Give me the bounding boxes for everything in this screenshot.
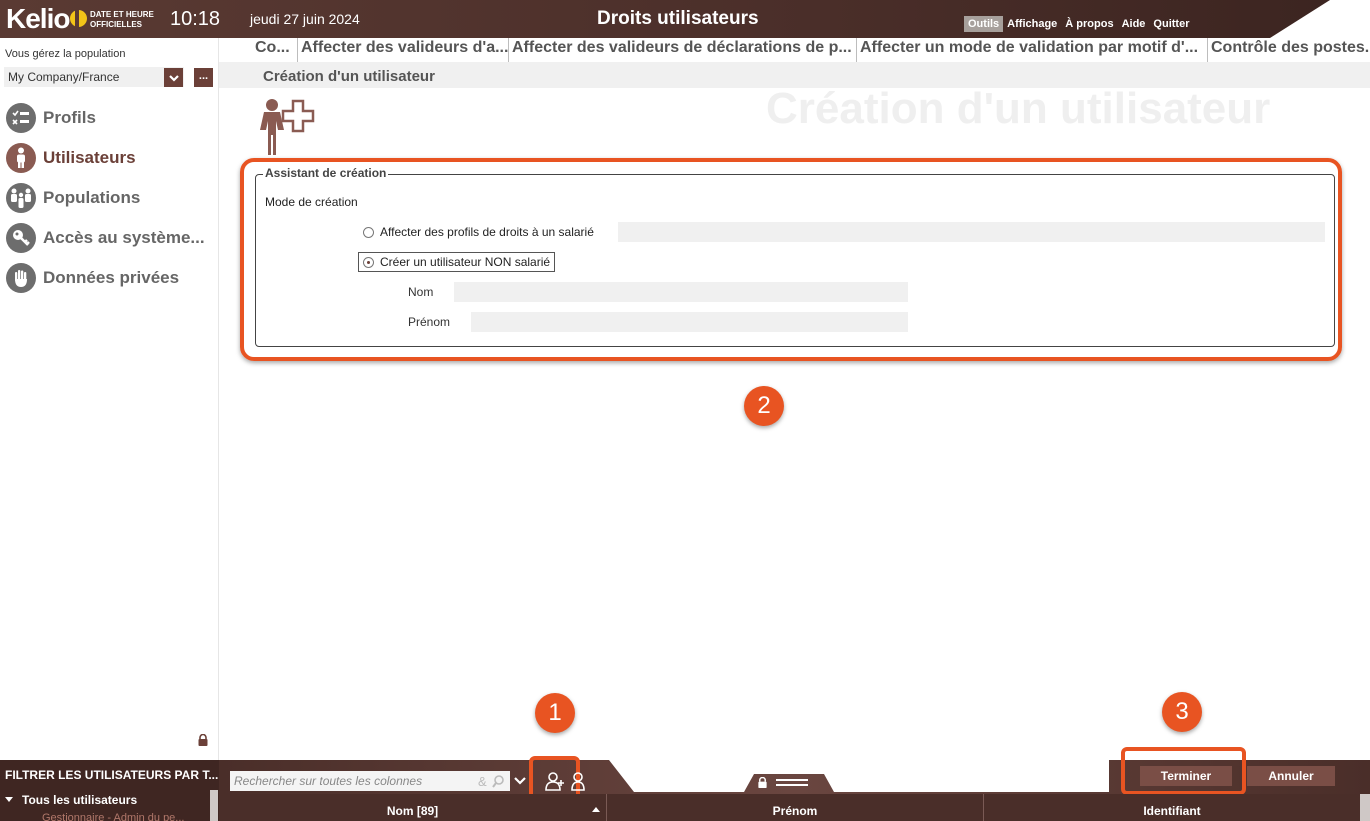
column-identifiant[interactable]: Identifiant [984,794,1360,821]
header-corner [1270,0,1370,38]
sidebar-item-label: Profils [43,108,96,127]
checklist-icon [6,103,36,133]
wizard-legend: Assistant de création [263,166,389,180]
nom-input[interactable] [454,282,908,302]
official-datetime-label: DATE ET HEURE OFFICIELLES [90,10,154,29]
lock-icon[interactable] [197,734,209,746]
sidebar-nav: Profils Utilisateurs Populations Accès a… [6,98,205,298]
sidebar-item-label: Populations [43,188,141,207]
grip-icon[interactable] [776,779,808,786]
nom-label: Nom [408,285,434,299]
sidebar-item-profils[interactable]: Profils [6,98,205,138]
prenom-label: Prénom [408,315,451,329]
column-prenom[interactable]: Prénom [607,794,984,821]
step-badge-2: 2 [744,386,784,426]
sidebar-item-utilisateurs[interactable]: Utilisateurs [6,138,205,178]
sidebar-item-acces-systeme[interactable]: Accès au système... [6,218,205,258]
chevron-down-icon [168,75,179,82]
option-create-non-employee-label: Créer un utilisateur NON salarié [380,255,551,269]
grid-scrollbar[interactable] [1360,794,1370,821]
step-badge-1: 1 [535,693,575,733]
radio-create-non-employee[interactable] [363,256,374,268]
tab-valideurs-declarations[interactable]: Affecter des valideurs de déclarations d… [509,38,857,62]
panel-resize-handle[interactable] [757,777,808,788]
menu-quitter[interactable]: Quitter [1149,16,1193,32]
app-title: Droits utilisateurs [597,8,759,29]
population-dropdown-button[interactable] [164,68,183,87]
chevron-down-icon[interactable] [513,773,527,787]
menu-a-propos[interactable]: À propos [1061,16,1117,32]
population-more-button[interactable]: ... [194,68,213,87]
option-assign-profiles[interactable]: Affecter des profils de droits à un sala… [363,225,594,239]
function-tabs: Co... Affecter des valideurs d'a... Affe… [219,38,1370,62]
sidebar-item-populations[interactable]: Populations [6,178,205,218]
sidebar-item-label: Données privées [43,268,180,287]
tree-item-all-users[interactable]: Tous les utilisateurs [5,793,137,807]
step-badge-3: 3 [1162,692,1202,732]
sidebar-item-label: Accès au système... [43,228,205,247]
sidebar: Vous gérez la population My Company/Fran… [0,38,219,760]
group-icon [6,183,36,213]
population-label: Vous gérez la population [5,48,126,60]
tree-item-gestionnaire[interactable]: Gestionnaire - Admin du pe... [42,812,184,821]
key-icon [6,223,36,253]
kelio-logo: Kelio [6,3,88,35]
radio-assign-profiles[interactable] [363,226,374,238]
menu-outils[interactable]: Outils [964,16,1004,32]
population-select[interactable]: My Company/France [4,67,184,87]
add-user-icon[interactable] [545,771,565,791]
search-icon[interactable]: & [478,774,508,788]
sidebar-item-donnees-privees[interactable]: Données privées [6,258,205,298]
user-icon [6,143,36,173]
filter-title: FILTRER LES UTILISATEURS PAR T... [5,768,219,782]
filter-panel-scrollbar[interactable] [210,790,218,821]
tab-controle-postes[interactable]: Contrôle des postes... [1208,38,1370,62]
menu-affichage[interactable]: Affichage [1003,16,1061,32]
lock-icon[interactable] [757,777,768,788]
clock-time: 10:18 [170,8,221,30]
user-icon[interactable] [571,771,585,791]
search-input[interactable]: Rechercher sur toutes les colonnes [230,771,510,791]
caret-down-icon [5,797,13,802]
svg-text:&: & [478,774,487,788]
creation-mode-label: Mode de création [265,195,358,209]
page-watermark-title: Création d'un utilisateur [766,84,1271,133]
sort-asc-icon [592,807,600,812]
terminer-button[interactable]: Terminer [1140,766,1232,786]
top-menu: Outils Affichage À propos Aide Quitter [964,16,1193,32]
tab-co[interactable]: Co... [219,38,298,62]
column-nom[interactable]: Nom [89] [219,794,607,821]
employee-select-field[interactable] [618,222,1325,242]
grid-header: Nom [89] Prénom Identifiant [219,794,1370,821]
prenom-input[interactable] [471,312,908,332]
user-add-icon [260,99,315,155]
current-date: jeudi 27 juin 2024 [250,11,360,27]
sidebar-item-label: Utilisateurs [43,148,136,167]
top-bar: Kelio DATE ET HEURE OFFICIELLES 10:18 je… [0,0,1370,38]
filter-panel: FILTRER LES UTILISATEURS PAR T... Tous l… [0,760,219,821]
page-title: Création d'un utilisateur [263,68,435,85]
option-assign-profiles-label: Affecter des profils de droits à un sala… [380,225,594,239]
annuler-button[interactable]: Annuler [1247,766,1335,786]
option-create-non-employee[interactable]: Créer un utilisateur NON salarié [358,252,556,272]
tab-valideurs-absences[interactable]: Affecter des valideurs d'a... [298,38,509,62]
tab-mode-validation[interactable]: Affecter un mode de validation par motif… [857,38,1208,62]
menu-aide[interactable]: Aide [1118,16,1150,32]
hand-icon [6,263,36,293]
